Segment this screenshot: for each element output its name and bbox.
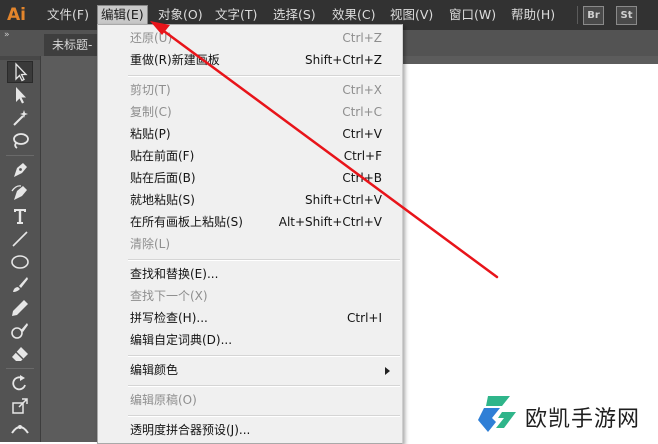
menu-separator	[128, 355, 400, 357]
stock-button[interactable]: St	[616, 6, 637, 25]
menu-effect[interactable]: 效果(C)	[329, 6, 378, 24]
lasso-tool-icon[interactable]	[8, 131, 32, 151]
tool-divider	[6, 368, 34, 369]
submenu-arrow-icon	[385, 367, 390, 375]
watermark: 欧凯手游网	[474, 392, 654, 438]
width-tool-icon[interactable]	[8, 419, 32, 439]
blob-brush-tool-icon[interactable]	[8, 321, 32, 341]
menu-item-edit-colors[interactable]: 编辑颜色	[98, 359, 402, 381]
selection-tool-icon[interactable]	[7, 61, 33, 83]
artboard[interactable]	[398, 64, 658, 442]
menu-separator	[128, 259, 400, 261]
menu-item-transparency-flattener-presets[interactable]: 透明度拼合器预设(J)...	[98, 419, 402, 441]
pencil-tool-icon[interactable]	[8, 298, 32, 318]
menu-item-clear[interactable]: 清除(L)	[98, 233, 402, 255]
menu-separator	[128, 415, 400, 417]
rotate-tool-icon[interactable]	[8, 373, 32, 393]
menu-item-find-replace[interactable]: 查找和替换(E)...	[98, 263, 402, 285]
ellipse-tool-icon[interactable]	[8, 252, 32, 272]
menu-item-edit-original[interactable]: 编辑原稿(O)	[98, 389, 402, 411]
menu-file[interactable]: 文件(F)	[44, 6, 92, 24]
menu-item-copy[interactable]: 复制(C) Ctrl+C	[98, 101, 402, 123]
tool-divider	[6, 155, 34, 156]
direct-selection-tool-icon[interactable]	[8, 85, 32, 105]
menu-item-paste[interactable]: 粘贴(P) Ctrl+V	[98, 123, 402, 145]
watermark-logo-icon	[478, 396, 516, 432]
app-logo: Ai	[7, 5, 26, 25]
menu-type[interactable]: 文字(T)	[212, 6, 260, 24]
menu-item-redo[interactable]: 重做(R)新建画板 Shift+Ctrl+Z	[98, 49, 402, 71]
menu-item-paste-in-front[interactable]: 贴在前面(F) Ctrl+F	[98, 145, 402, 167]
menu-item-paste-on-all-artboards[interactable]: 在所有画板上粘贴(S) Alt+Shift+Ctrl+V	[98, 211, 402, 233]
menu-item-paste-in-back[interactable]: 贴在后面(B) Ctrl+B	[98, 167, 402, 189]
scale-tool-icon[interactable]	[8, 396, 32, 416]
menu-object[interactable]: 对象(O)	[155, 6, 206, 24]
menu-item-paste-in-place[interactable]: 就地粘贴(S) Shift+Ctrl+V	[98, 189, 402, 211]
menubar-divider	[577, 6, 578, 24]
menu-item-edit-custom-dictionary[interactable]: 编辑自定词典(D)...	[98, 329, 402, 351]
menu-item-spell-check[interactable]: 拼写检查(H)... Ctrl+I	[98, 307, 402, 329]
panel-grip[interactable]	[0, 56, 40, 60]
type-tool-icon[interactable]	[8, 206, 32, 226]
pen-tool-icon[interactable]	[8, 160, 32, 180]
collapse-panel-icon[interactable]: »	[4, 30, 9, 40]
eraser-tool-icon[interactable]	[8, 344, 32, 364]
menu-view[interactable]: 视图(V)	[387, 6, 436, 24]
curvature-tool-icon[interactable]	[8, 183, 32, 203]
magic-wand-tool-icon[interactable]	[8, 108, 32, 128]
menu-edit[interactable]: 编辑(E)	[97, 5, 148, 25]
menu-item-undo[interactable]: 还原(U) Ctrl+Z	[98, 27, 402, 49]
menu-window[interactable]: 窗口(W)	[446, 6, 499, 24]
menu-help[interactable]: 帮助(H)	[508, 6, 558, 24]
menu-separator	[128, 385, 400, 387]
paintbrush-tool-icon[interactable]	[8, 275, 32, 295]
bridge-button[interactable]: Br	[583, 6, 604, 25]
edit-menu-dropdown: 还原(U) Ctrl+Z 重做(R)新建画板 Shift+Ctrl+Z 剪切(T…	[97, 24, 403, 444]
menu-item-cut[interactable]: 剪切(T) Ctrl+X	[98, 79, 402, 101]
line-segment-tool-icon[interactable]	[8, 229, 32, 249]
menu-separator	[128, 75, 400, 77]
tools-panel	[0, 56, 41, 442]
watermark-text: 欧凯手游网	[525, 407, 641, 432]
menu-select[interactable]: 选择(S)	[270, 6, 319, 24]
menu-item-find-next[interactable]: 查找下一个(X)	[98, 285, 402, 307]
